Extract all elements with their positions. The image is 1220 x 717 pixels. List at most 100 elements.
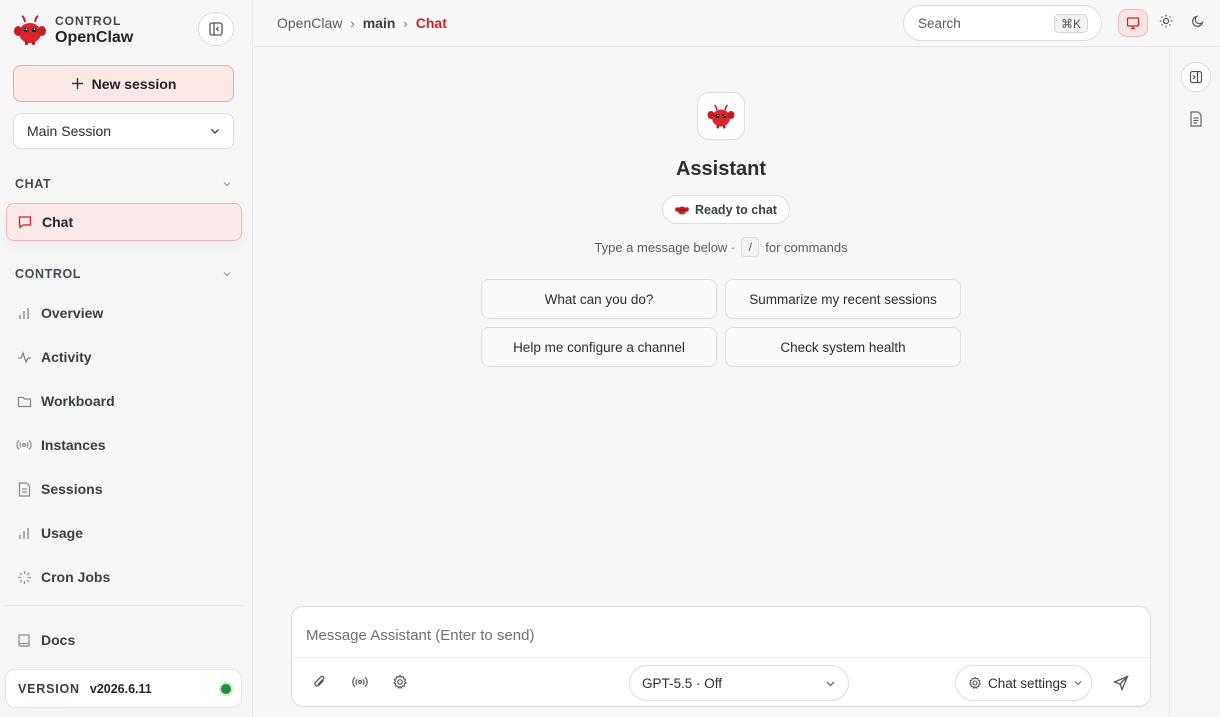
section-header-control[interactable]: CONTROL (15, 267, 232, 281)
attach-button[interactable] (310, 672, 330, 692)
theme-system-button[interactable] (1118, 8, 1148, 37)
send-icon (1113, 675, 1129, 691)
folder-icon (16, 393, 32, 409)
breadcrumb: OpenClaw › main › Chat (277, 15, 447, 31)
sidebar-item-usage[interactable]: Usage (6, 514, 242, 552)
search-input[interactable]: Search ⌘K (903, 5, 1102, 41)
breadcrumb-separator: › (350, 15, 355, 31)
activity-icon (16, 349, 32, 365)
chevron-down-icon (825, 678, 836, 689)
hint-text: Type a message below · (594, 239, 736, 255)
top-bar: OpenClaw › main › Chat Search ⌘K (254, 0, 1220, 47)
suggestion-chip[interactable]: Check system health (725, 327, 961, 367)
session-select[interactable]: Main Session (13, 113, 234, 149)
new-session-label: New session (91, 75, 177, 92)
sidebar-item-docs[interactable]: Docs (6, 621, 242, 659)
composer-settings-button[interactable] (390, 672, 410, 692)
suggestion-chip[interactable]: Help me configure a channel (481, 327, 717, 367)
sidebar-item-label: Cron Jobs (41, 569, 111, 585)
composer-divider (292, 657, 1150, 658)
openclaw-logo-icon (10, 10, 50, 50)
breadcrumb-current: Chat (415, 15, 447, 31)
gear-icon (968, 676, 982, 690)
moon-icon (1191, 14, 1205, 28)
chat-settings-button[interactable]: Chat settings (955, 665, 1092, 701)
sidebar-item-sessions[interactable]: Sessions (6, 470, 242, 508)
sidebar-item-label: Overview (41, 305, 104, 321)
toggle-panel-button[interactable] (1181, 62, 1211, 92)
right-rail (1169, 48, 1220, 717)
status-dot (221, 684, 231, 694)
model-select-value: GPT-5.5 · Off (642, 675, 723, 691)
sidebar-item-label: Sessions (41, 481, 103, 497)
section-label: CHAT (15, 177, 52, 191)
sidebar-item-label: Chat (42, 214, 74, 230)
search-shortcut: ⌘K (1053, 14, 1088, 33)
assistant-avatar (697, 92, 745, 140)
message-input[interactable] (306, 627, 1126, 644)
sun-icon (1159, 14, 1173, 28)
chevron-down-icon (1073, 678, 1083, 688)
bar-chart-icon (16, 525, 32, 541)
monitor-icon (1126, 16, 1140, 30)
paperclip-icon (312, 674, 328, 690)
theme-light-button[interactable] (1150, 5, 1182, 37)
sidebar-item-workboard[interactable]: Workboard (6, 382, 242, 420)
assistant-name: Assistant (675, 158, 767, 180)
gear-icon (392, 674, 408, 690)
chevron-down-icon (222, 179, 232, 189)
crab-avatar-icon (705, 100, 737, 132)
suggestion-chip[interactable]: Summarize my recent sessions (725, 279, 961, 319)
sidebar-item-label: Docs (41, 632, 76, 648)
theme-dark-button[interactable] (1182, 5, 1214, 37)
theme-switch (1118, 5, 1214, 37)
brand[interactable]: CONTROL OpenClaw (10, 10, 133, 50)
notes-button[interactable] (1182, 105, 1210, 133)
section-header-chat[interactable]: CHAT (15, 177, 232, 191)
suggestion-chip[interactable]: What can you do? (481, 279, 717, 319)
breadcrumb-item[interactable]: main (363, 15, 396, 31)
voice-button[interactable] (350, 672, 370, 692)
plus-icon (71, 77, 84, 90)
chat-settings-label: Chat settings (988, 675, 1067, 691)
model-select[interactable]: GPT-5.5 · Off (629, 665, 849, 701)
sidebar-divider (6, 605, 242, 606)
message-icon (17, 214, 33, 230)
sidebar-item-cron-jobs[interactable]: Cron Jobs (6, 558, 242, 596)
radio-icon (16, 437, 32, 453)
slash-key: / (741, 237, 760, 257)
crab-icon (675, 204, 689, 216)
version-box: VERSION v2026.6.11 (5, 669, 242, 708)
version-label: VERSION (18, 681, 80, 696)
panel-icon (1189, 70, 1203, 84)
status-badge: Ready to chat (662, 195, 790, 224)
chat-main: Assistant Ready to chat Type a message b… (254, 48, 1169, 717)
new-session-button[interactable]: New session (13, 65, 234, 102)
document-icon (16, 481, 32, 497)
broadcast-icon (352, 675, 368, 689)
search-placeholder: Search (918, 15, 961, 31)
sidebar-item-overview[interactable]: Overview (6, 294, 242, 332)
collapse-sidebar-button[interactable] (198, 12, 234, 46)
hint-text: for commands (765, 239, 848, 255)
send-button[interactable] (1110, 672, 1132, 694)
sidebar-item-activity[interactable]: Activity (6, 338, 242, 376)
brand-subtitle: CONTROL (55, 13, 122, 28)
chevron-down-icon (209, 125, 221, 137)
document-icon (1189, 111, 1203, 127)
sidebar-collapse-icon (208, 21, 224, 37)
book-icon (16, 632, 32, 648)
sidebar: CONTROL OpenClaw New session Main Sessio… (0, 0, 253, 717)
sidebar-item-instances[interactable]: Instances (6, 426, 242, 464)
breadcrumb-item[interactable]: OpenClaw (277, 15, 342, 31)
sidebar-item-label: Usage (41, 525, 84, 541)
command-hint: Type a message below · / for commands (254, 237, 1188, 257)
section-label: CONTROL (15, 267, 81, 281)
session-select-value: Main Session (27, 123, 112, 139)
loader-icon (16, 569, 32, 585)
sidebar-item-label: Activity (41, 349, 92, 365)
bar-chart-icon (16, 305, 32, 321)
sidebar-item-chat[interactable]: Chat (6, 203, 242, 241)
chevron-down-icon (222, 269, 232, 279)
breadcrumb-separator: › (403, 15, 408, 31)
